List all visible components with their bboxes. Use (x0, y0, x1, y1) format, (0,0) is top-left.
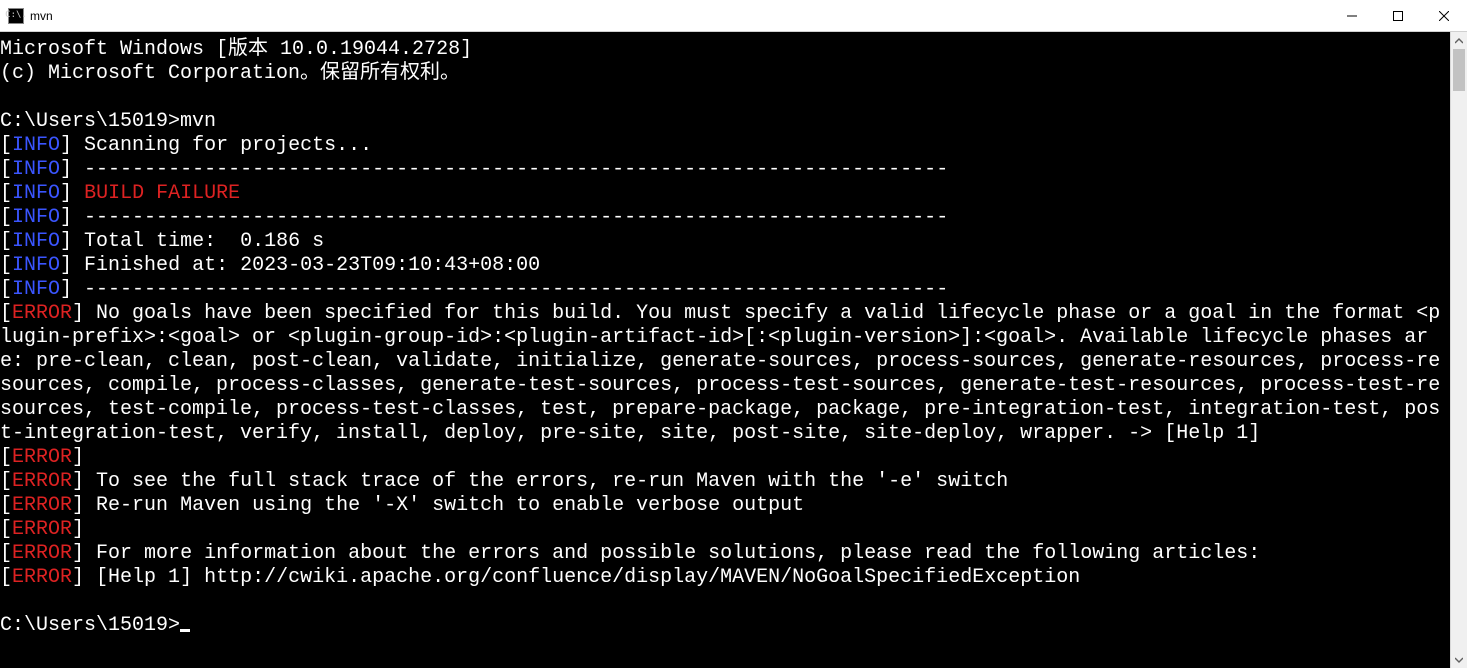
terminal-output: Microsoft Windows [版本 10.0.19044.2728] (… (0, 38, 1450, 638)
titlebar-left: C:\. mvn (0, 8, 53, 24)
cursor (180, 629, 190, 632)
chevron-down-icon (1455, 656, 1463, 664)
close-icon (1439, 11, 1449, 21)
chevron-up-icon (1455, 37, 1463, 45)
window-controls (1329, 0, 1467, 31)
scrollbar-up-button[interactable] (1451, 32, 1467, 49)
terminal[interactable]: Microsoft Windows [版本 10.0.19044.2728] (… (0, 32, 1450, 668)
vertical-scrollbar[interactable] (1450, 32, 1467, 668)
scrollbar-down-button[interactable] (1451, 651, 1467, 668)
window-titlebar: C:\. mvn (0, 0, 1467, 32)
minimize-button[interactable] (1329, 0, 1375, 31)
client-area: Microsoft Windows [版本 10.0.19044.2728] (… (0, 32, 1467, 668)
minimize-icon (1347, 11, 1357, 21)
cmd-icon: C:\. (8, 8, 24, 24)
maximize-icon (1393, 11, 1403, 21)
scrollbar-thumb[interactable] (1453, 49, 1465, 91)
scrollbar-track[interactable] (1451, 49, 1467, 651)
window-title: mvn (30, 9, 53, 23)
close-button[interactable] (1421, 0, 1467, 31)
maximize-button[interactable] (1375, 0, 1421, 31)
